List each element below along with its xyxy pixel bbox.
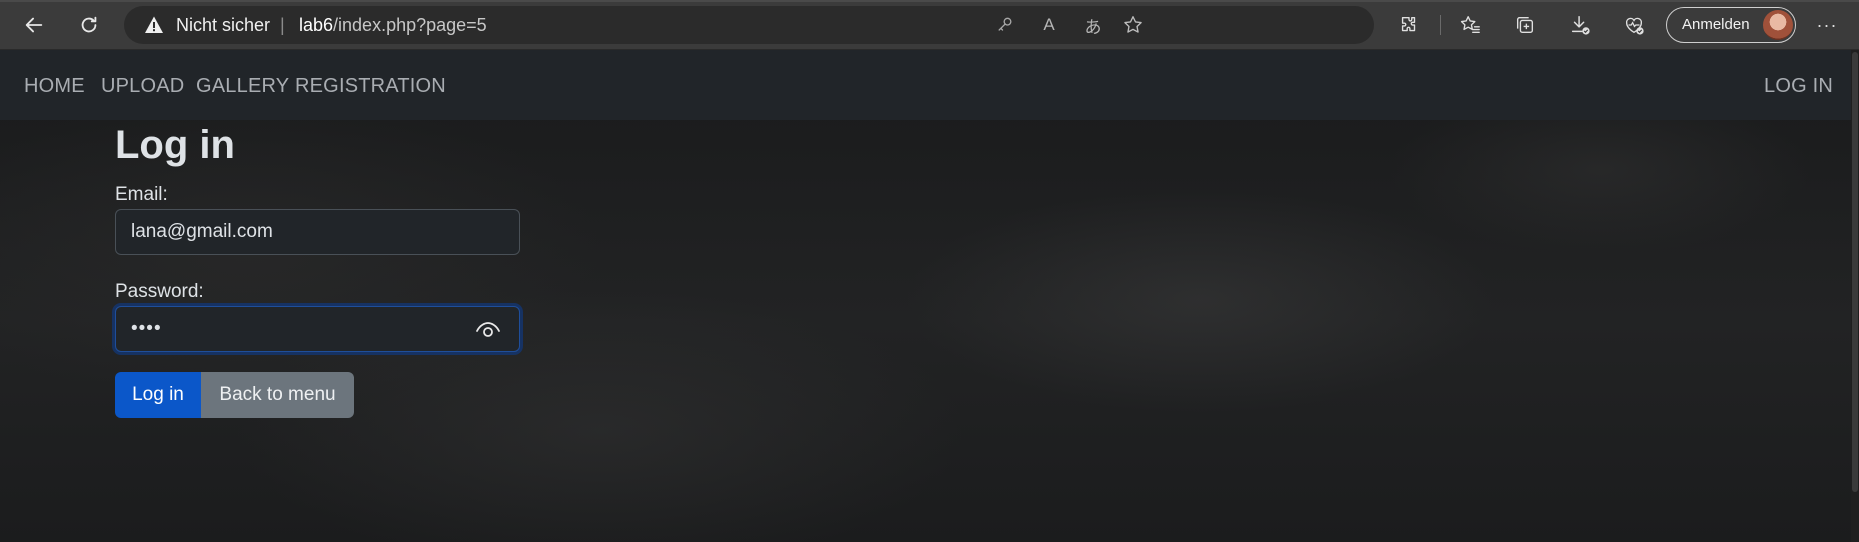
favorite-star-icon[interactable] — [1121, 13, 1145, 37]
scrollbar-thumb[interactable] — [1852, 52, 1858, 492]
url-text[interactable]: lab6/index.php?page=5 — [299, 14, 487, 36]
site-navbar: HOME UPLOAD GALLERY REGISTRATION LOG IN — [0, 50, 1851, 120]
tab-strip-edge — [0, 0, 1859, 2]
login-button[interactable]: Log in — [115, 372, 201, 418]
password-field[interactable]: •••• — [115, 306, 520, 352]
nav-registration[interactable]: REGISTRATION — [295, 74, 446, 98]
extensions-button[interactable] — [1391, 8, 1427, 42]
translate-icon[interactable]: あ — [1081, 13, 1105, 37]
browser-essentials-icon — [1625, 17, 1644, 35]
extensions-icon — [1401, 16, 1416, 32]
password-value: •••• — [131, 318, 162, 339]
browser-essentials-button[interactable] — [1616, 8, 1652, 42]
back-to-menu-button[interactable]: Back to menu — [201, 372, 354, 418]
nav-upload[interactable]: UPLOAD — [101, 74, 184, 98]
signin-label: Anmelden — [1682, 16, 1750, 33]
url-path: /index.php?page=5 — [333, 15, 487, 35]
address-separator: | — [280, 15, 285, 35]
refresh-button[interactable] — [71, 8, 107, 42]
nav-gallery[interactable]: GALLERY — [196, 74, 289, 98]
refresh-icon — [81, 16, 97, 33]
signin-button[interactable]: Anmelden — [1666, 7, 1796, 43]
avatar — [1763, 10, 1793, 40]
collections-icon — [1516, 16, 1534, 34]
read-aloud-icon[interactable]: A — [1037, 13, 1061, 37]
warning-icon[interactable] — [144, 15, 164, 35]
email-field[interactable]: lana@gmail.com — [115, 209, 520, 255]
security-status[interactable]: Nicht sicher — [176, 14, 270, 36]
browser-toolbar: Nicht sicher | lab6/index.php?page=5 A あ… — [0, 0, 1859, 50]
downloads-icon — [1571, 16, 1590, 35]
address-bar[interactable]: Nicht sicher | lab6/index.php?page=5 A あ — [124, 6, 1374, 44]
more-icon[interactable]: ··· — [1809, 8, 1845, 42]
reveal-password-icon[interactable] — [475, 318, 501, 340]
nav-home[interactable]: HOME — [24, 74, 85, 98]
form-actions: Log in Back to menu — [115, 372, 354, 418]
key-icon[interactable] — [993, 13, 1017, 37]
page-content: HOME UPLOAD GALLERY REGISTRATION LOG IN … — [0, 50, 1859, 542]
collections-button[interactable] — [1507, 8, 1543, 42]
email-label: Email: — [115, 184, 168, 205]
scrollbar[interactable] — [1851, 50, 1859, 542]
url-host: lab6 — [299, 15, 334, 35]
back-icon — [25, 17, 43, 33]
page-title: Log in — [115, 123, 235, 167]
favorites-button[interactable] — [1452, 8, 1488, 42]
back-button[interactable] — [16, 8, 52, 42]
password-label: Password: — [115, 281, 204, 302]
toolbar-separator — [1440, 15, 1441, 35]
email-value: lana@gmail.com — [131, 221, 273, 242]
nav-login[interactable]: LOG IN — [1764, 74, 1833, 98]
downloads-button[interactable] — [1562, 8, 1598, 42]
favorites-icon — [1460, 16, 1480, 34]
